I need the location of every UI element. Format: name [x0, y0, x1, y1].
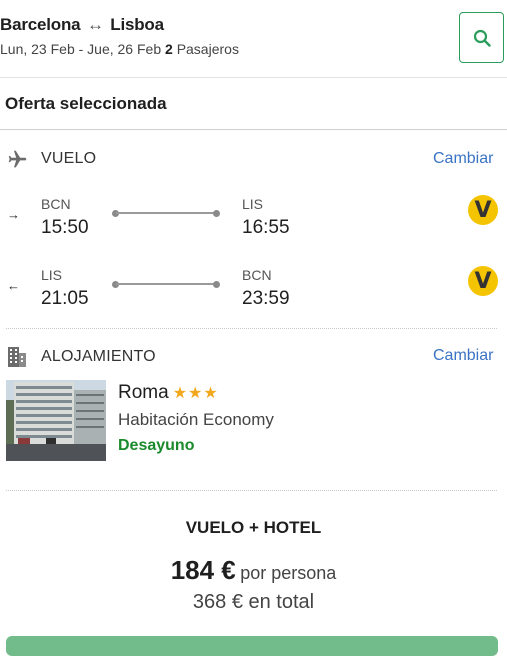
passenger-count: 2 — [165, 41, 173, 57]
search-button[interactable] — [459, 12, 504, 63]
price-per-person-row: 184 € por persona — [0, 555, 507, 586]
destination-city: Lisboa — [110, 15, 164, 34]
per-person-label: por persona — [240, 563, 337, 583]
flight-route-dot — [213, 210, 220, 217]
star-rating-icon: ★★★ — [172, 385, 219, 402]
outbound-arrow-icon: → — [7, 207, 20, 222]
airline-logo-icon: V — [468, 266, 498, 296]
room-type: Habitación Economy — [118, 410, 274, 429]
route-arrow-icon: ↔ — [86, 15, 104, 34]
flight-route-line — [116, 212, 216, 214]
price-per-person: 184 € — [170, 555, 236, 585]
outbound-destination-code: LIS — [242, 196, 264, 212]
hotel-section-label: ALOJAMIENTO — [41, 348, 156, 365]
trip-details: Lun, 23 Feb - Jue, 26 Feb 2 Pasajeros — [0, 41, 239, 57]
title-divider — [0, 129, 507, 130]
flight-route-line — [116, 283, 216, 285]
flight-route-dot — [213, 281, 220, 288]
package-label: VUELO + HOTEL — [185, 518, 322, 537]
return-depart-time: 21:05 — [41, 288, 89, 309]
section-divider — [6, 328, 497, 329]
trip-dates: Lun, 23 Feb - Jue, 26 Feb — [0, 41, 162, 57]
continue-button[interactable] — [6, 636, 498, 656]
flight-section-label: VUELO — [41, 150, 97, 167]
airline-logo-icon: V — [468, 195, 498, 225]
meal-plan: Desayuno — [118, 437, 195, 454]
hotel-name[interactable]: Roma — [118, 382, 169, 403]
trip-route: Barcelona ↔ Lisboa — [0, 15, 164, 35]
search-icon — [473, 29, 491, 47]
plane-icon — [8, 150, 27, 168]
outbound-arrive-time: 16:55 — [242, 217, 290, 238]
return-destination-code: BCN — [242, 267, 272, 283]
passenger-label: Pasajeros — [176, 41, 239, 57]
total-price: 368 € en total — [192, 591, 315, 613]
section-divider — [6, 490, 497, 491]
return-arrive-time: 23:59 — [242, 288, 290, 309]
outbound-origin-code: BCN — [41, 196, 71, 212]
change-hotel-link[interactable]: Cambiar — [433, 347, 493, 365]
header-divider — [0, 77, 507, 78]
change-flight-link[interactable]: Cambiar — [433, 150, 493, 168]
outbound-depart-time: 15:50 — [41, 217, 89, 238]
return-arrow-icon: ← — [7, 278, 20, 293]
hotel-name-row: Roma ★★★ — [118, 382, 219, 404]
building-icon — [8, 347, 26, 367]
return-origin-code: LIS — [41, 267, 63, 283]
offer-title: Oferta seleccionada — [5, 94, 167, 113]
origin-city: Barcelona — [0, 15, 81, 34]
hotel-photo[interactable] — [6, 380, 106, 461]
